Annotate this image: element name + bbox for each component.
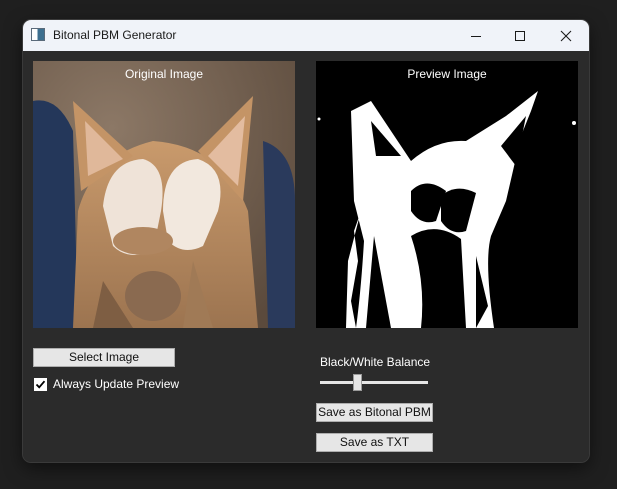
always-update-preview-checkbox[interactable]: Always Update Preview xyxy=(34,377,179,391)
preview-bitonal-image xyxy=(316,61,578,328)
window-title: Bitonal PBM Generator xyxy=(53,28,177,42)
minimize-button[interactable] xyxy=(453,20,499,51)
close-icon xyxy=(560,30,572,41)
original-cat-image xyxy=(33,61,295,328)
preview-image-panel: Preview Image xyxy=(316,61,578,328)
balance-slider-thumb[interactable] xyxy=(353,374,362,391)
maximize-icon xyxy=(515,30,525,41)
preview-image-label: Preview Image xyxy=(407,67,487,81)
save-pbm-button[interactable]: Save as Bitonal PBM xyxy=(316,403,433,422)
title-bar[interactable]: Bitonal PBM Generator xyxy=(23,20,589,51)
close-button[interactable] xyxy=(543,20,589,51)
balance-slider-label: Black/White Balance xyxy=(320,355,431,369)
checkmark-icon xyxy=(35,380,46,389)
balance-slider[interactable] xyxy=(320,374,428,391)
select-image-button[interactable]: Select Image xyxy=(33,348,175,367)
main-content: Original Image Preview Image Select Imag… xyxy=(23,51,589,462)
checkbox-checked-icon[interactable] xyxy=(34,377,47,391)
image-window-icon xyxy=(31,28,45,41)
app-window: Bitonal PBM Generator Original Image Pre… xyxy=(23,20,589,462)
save-txt-button[interactable]: Save as TXT xyxy=(316,433,433,452)
always-update-preview-label: Always Update Preview xyxy=(53,377,180,391)
original-image-panel: Original Image xyxy=(33,61,295,328)
minimize-icon xyxy=(471,35,481,37)
maximize-button[interactable] xyxy=(497,20,543,51)
original-image-label: Original Image xyxy=(124,67,204,81)
